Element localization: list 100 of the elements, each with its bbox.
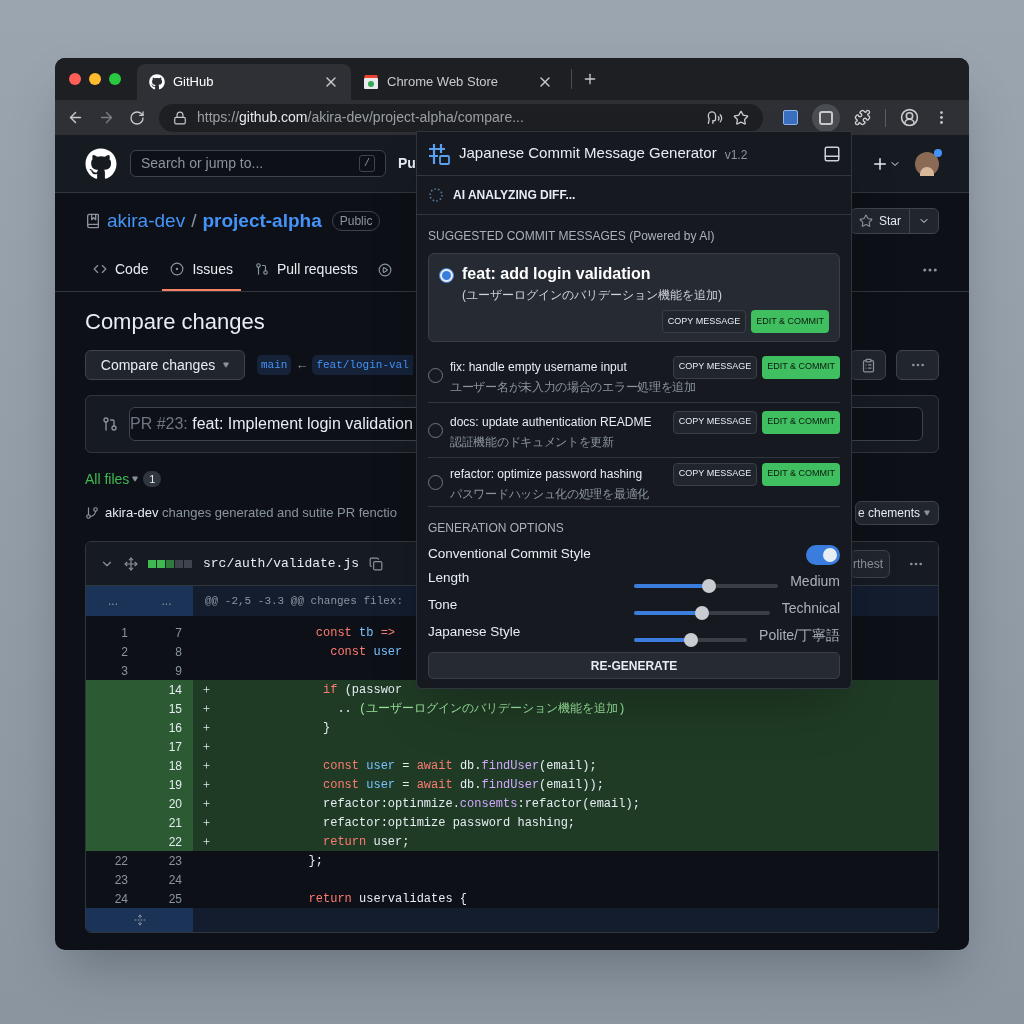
user-avatar[interactable] (915, 151, 939, 176)
section-heading: GENERATION OPTIONS (428, 520, 565, 537)
bookmark-icon[interactable] (733, 109, 749, 126)
minimize-window-icon[interactable] (89, 73, 101, 85)
close-window-icon[interactable] (69, 73, 81, 85)
commit-translation: パスワードハッシュ化の処理を最適化 (450, 485, 649, 502)
edit-commit-button[interactable]: EDIT & COMMIT (762, 410, 840, 434)
copy-message-button[interactable]: COPY MESSAGE (672, 462, 758, 486)
comments-button[interactable]: e chements (855, 501, 939, 525)
reload-icon[interactable] (129, 109, 145, 126)
commit-message: fix: handle empty username input (450, 359, 628, 376)
all-files-link[interactable]: All files (85, 468, 139, 490)
nav-tab[interactable]: Pull requests (246, 249, 366, 291)
line-number-cell-text: 9 (174, 662, 183, 680)
edit-commit-button[interactable]: EDIT & COMMIT (762, 462, 840, 486)
new-tab-icon[interactable] (582, 71, 598, 87)
slider-thumb[interactable] (702, 578, 716, 593)
header-link[interactable]: Pu (398, 153, 416, 174)
line-number-cell-text: 24 (113, 890, 129, 908)
maximize-window-icon[interactable] (109, 73, 121, 85)
read-aloud-icon[interactable] (707, 109, 723, 126)
nav-tab[interactable]: Issues (162, 249, 241, 291)
copy-message-button[interactable]: COPY MESSAGE (661, 310, 747, 333)
hunk-header: @@ -2,5 -3.3 @@ changes filex: (205, 593, 404, 609)
slider-track[interactable] (634, 578, 779, 593)
radio-button[interactable] (439, 268, 454, 283)
github-logo-icon[interactable] (85, 147, 117, 180)
forward-icon[interactable] (98, 109, 115, 126)
code-line: refactor:optinmize.consemts:refactor(email); (322, 795, 640, 813)
view-button[interactable]: rthest (850, 549, 890, 578)
compare-changes-button[interactable]: Compare changes (85, 350, 245, 380)
copy-message-button[interactable]: COPY MESSAGE (672, 355, 758, 379)
expand-icon[interactable] (133, 914, 146, 926)
suggestion-row[interactable]: docs: update authentication README COPY MESSAGE EDIT & COMMIT 認証機能のドキュメントを更新 (428, 403, 840, 458)
file-name[interactable]: src/auth/validate.js (203, 553, 360, 574)
store-favicon-icon (363, 74, 379, 90)
repo-owner[interactable]: akira-dev (107, 206, 186, 236)
nav-tab[interactable]: Code (85, 249, 157, 291)
expand-marker[interactable]: ... (108, 592, 118, 610)
suggestion-card[interactable]: feat: add login validation (ユーザーログインのバリデーション機能を追加) COPY MESSAGE EDIT & COMMIT (428, 253, 840, 342)
commit-message: refactor: optimize password hashing (450, 466, 644, 483)
regenerate-button[interactable]: RE-GENERATE (428, 652, 840, 679)
line-number-cell-text: 23 (167, 852, 183, 870)
base-branch[interactable]: main (257, 354, 292, 376)
edit-commit-button[interactable]: EDIT & COMMIT (751, 310, 829, 333)
line-number-cell-text: 7 (174, 624, 183, 642)
version-label: v1.2 (724, 147, 748, 164)
copy-message-button[interactable]: COPY MESSAGE (672, 410, 758, 434)
code-line: const user = await db.findUser(email); (322, 757, 597, 775)
edit-commit-button[interactable]: EDIT & COMMIT (762, 355, 840, 379)
extensions-icon[interactable] (854, 109, 871, 126)
star-button[interactable]: Star (850, 208, 939, 234)
pull-request-icon (102, 416, 118, 432)
code-line: return uservalidates { (307, 890, 468, 908)
code-line: const user = await db.findUser(email)); (322, 776, 604, 794)
clipboard-button[interactable] (850, 350, 886, 380)
suggestion-row[interactable]: refactor: optimize password hashing COPY MESSAGE EDIT & COMMIT パスワードハッシュ化の処理を最適化 (428, 458, 840, 506)
search-field[interactable]: Search or jump to... / (130, 150, 386, 177)
suggestion-row[interactable]: fix: handle empty username input COPY MESSAGE EDIT & COMMIT ユーザー名が未入力の場合のエラー処理を追加 (428, 348, 840, 403)
browser-tab[interactable]: Chrome Web Store (351, 64, 565, 100)
slider-thumb[interactable] (683, 632, 698, 647)
slider-track[interactable] (634, 605, 770, 620)
line-number-cell: 20 (140, 794, 193, 813)
option-label: Japanese Style (428, 623, 522, 641)
slider-track[interactable] (634, 632, 748, 647)
code-line: refactor:optimize password hashing; (322, 814, 576, 832)
line-number-cell: 18 (140, 756, 193, 775)
code-line: const tb => (314, 624, 396, 642)
added-line-icon (202, 742, 211, 751)
repo-name[interactable]: project-alpha (202, 206, 322, 236)
head-branch[interactable]: feat/login-val (312, 354, 413, 376)
code-line: if (passwor (322, 681, 403, 699)
caret-icon (223, 362, 230, 368)
panel-icon[interactable] (823, 144, 841, 163)
profile-icon[interactable] (900, 108, 919, 127)
added-line-icon (202, 685, 211, 694)
move-icon (124, 556, 138, 571)
lock-icon (173, 110, 187, 125)
line-number-cell: 19 (140, 775, 193, 794)
clipboard-icon (860, 357, 876, 373)
tab-title: Chrome Web Store (387, 73, 500, 92)
expand-marker[interactable]: ... (161, 592, 172, 610)
hash-grid-icon (427, 141, 451, 166)
github-favicon-icon (149, 74, 165, 90)
star-icon (859, 214, 873, 228)
code-icon (93, 262, 107, 276)
slider-thumb[interactable] (694, 605, 709, 620)
browser-tab[interactable]: GitHub (137, 64, 351, 100)
address-bar[interactable]: https://github.com/akira-dev/project-alpha/compare... (159, 103, 763, 132)
active-extension-icon[interactable] (812, 103, 840, 132)
copy-icon[interactable] (369, 556, 384, 571)
page-title: Compare changes (85, 308, 265, 336)
line-number-cell: 15 (140, 699, 193, 718)
line-number-cell-text: 23 (113, 871, 129, 889)
line-number-cell-text: 1 (120, 624, 129, 642)
option-value: Polite/丁寧語 (759, 626, 840, 645)
toggle-switch[interactable] (806, 544, 840, 565)
line-number-cell: 16 (140, 718, 193, 737)
play-circle-icon[interactable] (377, 263, 392, 277)
back-icon[interactable] (67, 109, 84, 126)
